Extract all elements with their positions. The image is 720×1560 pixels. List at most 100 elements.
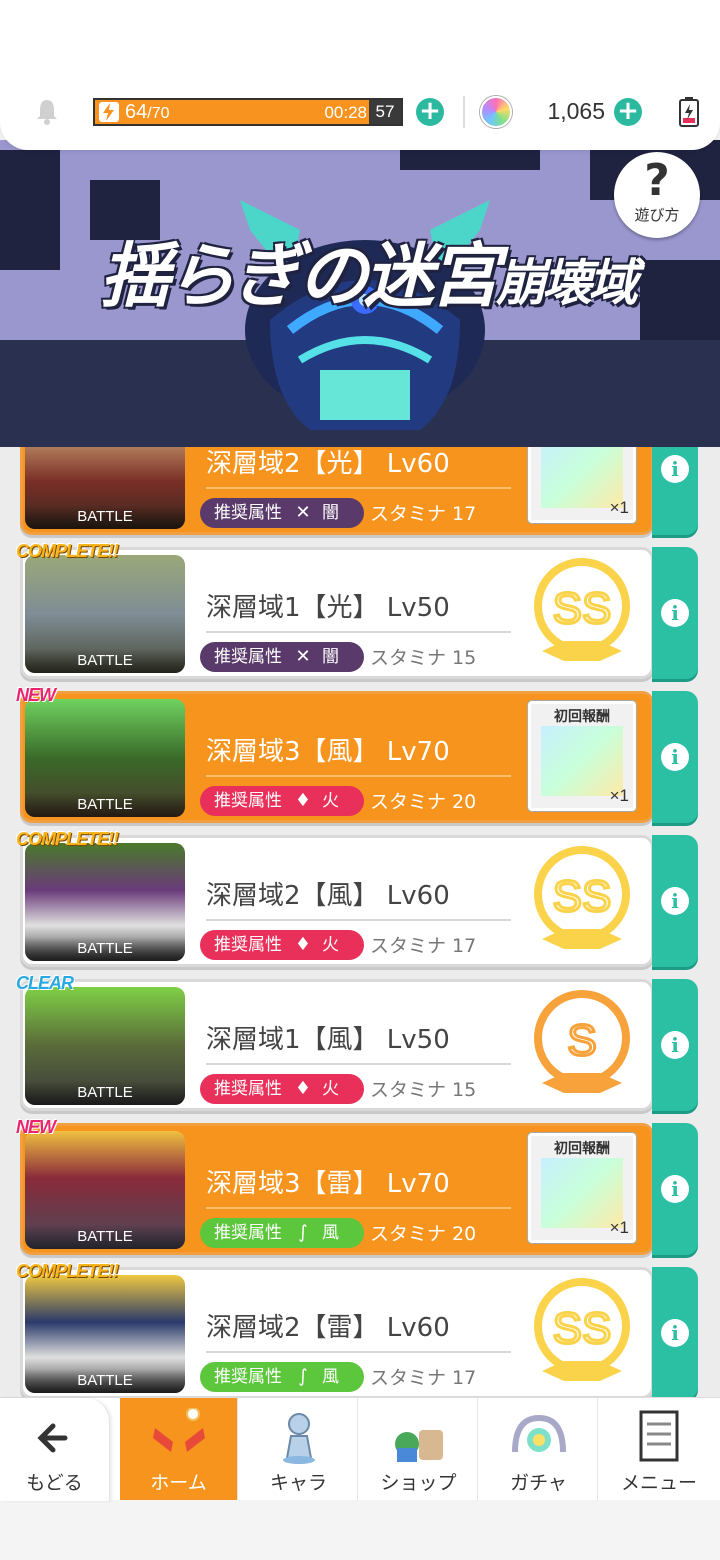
stamina-cost: スタミナ 20 bbox=[370, 1223, 477, 1245]
stage-name: 深層域3【雷】 Lv70 bbox=[206, 1169, 450, 1199]
stage-row[interactable]: BATTLE CLEAR 深層域1【風】 Lv50 推奨属性 ♦ 火 スタミナ 15… bbox=[16, 973, 698, 1111]
reward-item[interactable]: 初回報酬 ×1 bbox=[528, 701, 636, 811]
banner-title-main: 揺らぎの迷宮 bbox=[100, 235, 500, 317]
banner-title: 揺らぎの迷宮崩壊域 bbox=[100, 220, 638, 321]
first-reward-caption: 初回報酬 bbox=[554, 709, 610, 725]
attr-element: 闇 bbox=[322, 503, 339, 523]
divider bbox=[206, 775, 511, 777]
info-button[interactable]: i bbox=[652, 1267, 698, 1399]
complete-badge: COMPLETE!! bbox=[16, 829, 119, 849]
divider bbox=[463, 96, 465, 128]
reward-box: 初回報酬 ×1 bbox=[528, 1133, 636, 1243]
new-badge: NEW bbox=[16, 685, 56, 705]
reward-qty: ×1 bbox=[609, 1218, 629, 1237]
dark-element-icon: ✕ bbox=[295, 646, 311, 667]
gem-count: 1,065 bbox=[547, 98, 605, 124]
reward-item[interactable]: ×1 bbox=[528, 447, 636, 523]
reward-item[interactable]: 初回報酬 ×1 bbox=[528, 1133, 636, 1243]
help-label: 遊び方 bbox=[634, 206, 680, 224]
recommended-attribute: 推奨属性 ♦ 火 bbox=[200, 786, 364, 816]
info-button[interactable]: i bbox=[652, 835, 698, 967]
stage-thumbnail[interactable]: BATTLE bbox=[25, 843, 185, 961]
character-icon bbox=[282, 1413, 315, 1464]
bell-icon[interactable] bbox=[33, 97, 61, 125]
recommended-attribute: 推奨属性 ♦ 火 bbox=[200, 1074, 364, 1104]
stage-thumbnail[interactable]: BATTLE bbox=[25, 1275, 185, 1393]
stage-row[interactable]: BATTLE COMPLETE!! 深層域2【風】 Lv60 推奨属性 ♦ 火 スタ… bbox=[16, 829, 698, 967]
shop-bag-icon bbox=[394, 1430, 443, 1462]
bolt-icon bbox=[99, 102, 119, 122]
divider bbox=[206, 631, 511, 633]
info-button[interactable]: i bbox=[652, 691, 698, 823]
reward-qty: ×1 bbox=[609, 498, 629, 517]
divider bbox=[206, 919, 511, 921]
stage-row[interactable]: BATTLE 深層域2【光】 Lv60 推奨属性 ✕ 闇 スタミナ 17 ×1 i bbox=[20, 447, 698, 535]
stage-row[interactable]: BATTLE COMPLETE!! 深層域2【雷】 Lv60 推奨属性 ∫ 風 スタ… bbox=[16, 1261, 698, 1399]
attr-element: 風 bbox=[322, 1367, 339, 1387]
nav-home[interactable]: ホーム bbox=[120, 1398, 238, 1501]
divider bbox=[206, 487, 511, 489]
divider bbox=[206, 1207, 511, 1209]
stage-name: 深層域2【光】 Lv60 bbox=[206, 449, 450, 479]
stamina-value: 64/70 bbox=[125, 101, 170, 123]
nav-menu[interactable]: メニュー bbox=[600, 1398, 718, 1501]
nav-gacha[interactable]: ガチャ bbox=[480, 1398, 598, 1501]
attr-label: 推奨属性 bbox=[214, 791, 282, 811]
new-badge: NEW bbox=[16, 1117, 56, 1137]
fire-element-icon: ♦ bbox=[294, 1078, 312, 1099]
nav-label-chara: キャラ bbox=[269, 1472, 327, 1494]
stage-list[interactable]: BATTLE 深層域2【光】 Lv60 推奨属性 ✕ 闇 スタミナ 17 ×1 i … bbox=[0, 447, 720, 1407]
complete-badge: COMPLETE!! bbox=[16, 1261, 119, 1281]
recommended-attribute: 推奨属性 ∫ 風 bbox=[200, 1218, 364, 1248]
back-button[interactable]: もどる bbox=[0, 1398, 110, 1501]
reward-qty: ×1 bbox=[609, 786, 629, 805]
clear-badge: CLEAR bbox=[16, 973, 74, 993]
recommended-attribute: 推奨属性 ♦ 火 bbox=[200, 930, 364, 960]
attr-label: 推奨属性 bbox=[214, 647, 282, 667]
info-button[interactable]: i bbox=[652, 979, 698, 1111]
stage-thumbnail[interactable]: BATTLE bbox=[25, 447, 185, 529]
rank-ss-icon: SS bbox=[534, 558, 630, 661]
info-icon: i bbox=[661, 599, 689, 627]
attr-element: 火 bbox=[322, 935, 339, 955]
gem-icon bbox=[480, 96, 512, 128]
help-button[interactable]: ? 遊び方 bbox=[614, 152, 700, 238]
info-button[interactable]: i bbox=[652, 447, 698, 535]
svg-text:SS: SS bbox=[553, 1304, 612, 1353]
stage-thumbnail[interactable]: BATTLE bbox=[25, 555, 185, 673]
bottom-nav: もどる ホーム キャラ ショップ ガチャ メニュー bbox=[0, 1397, 720, 1501]
recommended-attribute: 推奨属性 ✕ 闇 bbox=[200, 642, 364, 672]
add-stamina-button[interactable]: + bbox=[416, 98, 444, 126]
nav-label-back: もどる bbox=[26, 1472, 83, 1494]
stamina-cost: スタミナ 17 bbox=[370, 935, 477, 957]
info-icon: i bbox=[661, 455, 689, 483]
attr-element: 火 bbox=[322, 791, 339, 811]
stamina-bar: 64/70 00:28 57 bbox=[93, 98, 403, 126]
stage-row[interactable]: BATTLE COMPLETE!! 深層域1【光】 Lv50 推奨属性 ✕ 闇 スタ… bbox=[16, 541, 698, 679]
fire-element-icon: ♦ bbox=[294, 790, 312, 811]
reward-box: 初回報酬 ×1 bbox=[528, 701, 636, 811]
stamina-cost: スタミナ 17 bbox=[370, 503, 477, 525]
battle-label: BATTLE bbox=[25, 793, 185, 817]
svg-text:SS: SS bbox=[553, 872, 612, 921]
stamina-timer: 00:28 bbox=[324, 103, 367, 122]
nav-shop[interactable]: ショップ bbox=[360, 1398, 478, 1501]
info-button[interactable]: i bbox=[652, 547, 698, 679]
stage-thumbnail[interactable]: BATTLE bbox=[25, 699, 185, 817]
home-icon bbox=[152, 1408, 205, 1452]
stamina-cost: スタミナ 17 bbox=[370, 1367, 477, 1389]
stage-row[interactable]: BATTLE NEW 深層域3【雷】 Lv70 推奨属性 ∫ 風 スタミナ 20 初… bbox=[16, 1117, 698, 1255]
add-gems-button[interactable]: + bbox=[614, 98, 642, 126]
stage-row[interactable]: BATTLE NEW 深層域3【風】 Lv70 推奨属性 ♦ 火 スタミナ 20 初… bbox=[16, 685, 698, 823]
arrow-left-icon bbox=[36, 1423, 67, 1453]
info-button[interactable]: i bbox=[652, 1123, 698, 1255]
recommended-attribute: 推奨属性 ∫ 風 bbox=[200, 1362, 364, 1392]
event-banner[interactable]: 揺らぎの迷宮崩壊域 ? 遊び方 bbox=[0, 140, 720, 447]
battle-label: BATTLE bbox=[25, 1225, 185, 1249]
nav-chara[interactable]: キャラ bbox=[240, 1398, 358, 1501]
stage-thumbnail[interactable]: BATTLE bbox=[25, 1131, 185, 1249]
stamina-cost: スタミナ 20 bbox=[370, 791, 477, 813]
attr-label: 推奨属性 bbox=[214, 503, 282, 523]
attr-element: 火 bbox=[322, 1079, 339, 1099]
stage-thumbnail[interactable]: BATTLE bbox=[25, 987, 185, 1105]
